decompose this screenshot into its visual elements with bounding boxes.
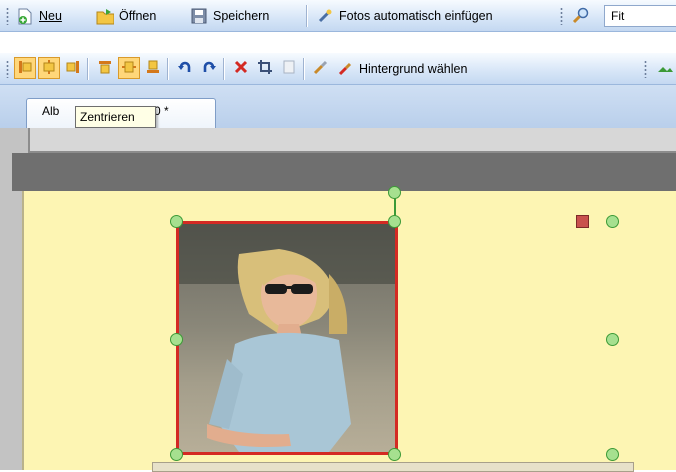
- paint-brush-icon: [336, 60, 354, 78]
- page-icon: [281, 59, 297, 78]
- resize-handle-top-left[interactable]: [170, 215, 183, 228]
- align-bottom-icon: [145, 59, 161, 78]
- delete-button[interactable]: [230, 57, 252, 79]
- page-handle-right[interactable]: [606, 333, 619, 346]
- toolbar-grip[interactable]: [560, 7, 563, 25]
- rotate-left-button[interactable]: [174, 57, 196, 79]
- toolbar-grip[interactable]: [6, 60, 9, 78]
- toolbar-separator: [167, 58, 168, 80]
- open-button[interactable]: Öffnen: [96, 4, 156, 28]
- toolbar-grip[interactable]: [6, 7, 9, 25]
- toolbar-grip[interactable]: [644, 60, 647, 78]
- align-middle-icon: [121, 59, 137, 78]
- toolbar-separator: [303, 58, 304, 80]
- landscape-icon: [657, 59, 673, 78]
- landscape-button[interactable]: [654, 57, 676, 79]
- resize-handle-left[interactable]: [170, 333, 183, 346]
- zoom-icon: [572, 7, 590, 25]
- tooltip: Zentrieren: [75, 106, 156, 128]
- toolbar-separator: [223, 58, 224, 80]
- brush-button[interactable]: [310, 57, 332, 79]
- toolbar-separator: [87, 58, 88, 80]
- zoom-select[interactable]: Fit: [604, 5, 676, 27]
- crop-icon: [257, 59, 273, 78]
- floppy-disk-icon: [190, 7, 208, 25]
- align-bottom-button[interactable]: [142, 57, 164, 79]
- new-document-icon: [16, 7, 34, 25]
- page-gap: [12, 153, 676, 191]
- previous-page-edge: [28, 128, 676, 153]
- rotate-left-icon: [177, 59, 193, 78]
- open-folder-icon: [96, 7, 114, 25]
- autofill-photos-button[interactable]: Fotos automatisch einfügen: [316, 4, 493, 28]
- main-toolbar: Neu Öffnen Speichern Fotos automatisch e…: [0, 0, 676, 32]
- align-right-button[interactable]: [62, 57, 84, 79]
- magic-wand-icon: [316, 7, 334, 25]
- toolbar-separator: [306, 5, 307, 27]
- crop-button[interactable]: [254, 57, 276, 79]
- page-bottom-strip: [152, 462, 634, 472]
- rotation-handle[interactable]: [388, 186, 401, 199]
- align-center-icon: [41, 59, 57, 78]
- choose-background-button[interactable]: Hintergrund wählen: [336, 57, 467, 81]
- resize-handle-bottom-left[interactable]: [170, 448, 183, 461]
- brush-icon: [313, 59, 329, 78]
- align-left-icon: [17, 59, 33, 78]
- page-anchor-marker[interactable]: [576, 215, 589, 228]
- rotate-right-icon: [201, 59, 217, 78]
- delete-icon: [233, 59, 249, 78]
- align-top-button[interactable]: [94, 57, 116, 79]
- rotate-right-button[interactable]: [198, 57, 220, 79]
- zoom-tool[interactable]: [572, 4, 590, 28]
- center-horizontal-button[interactable]: [38, 57, 60, 79]
- resize-handle-top-right[interactable]: [388, 215, 401, 228]
- photo-image: [179, 224, 395, 452]
- photo-frame[interactable]: [176, 221, 398, 455]
- page-handle-top-right[interactable]: [606, 215, 619, 228]
- align-top-icon: [97, 59, 113, 78]
- resize-handle-bottom-right[interactable]: [388, 448, 401, 461]
- properties-button[interactable]: [278, 57, 300, 79]
- align-right-icon: [65, 59, 81, 78]
- new-button[interactable]: Neu: [16, 4, 62, 28]
- align-left-button[interactable]: [14, 57, 36, 79]
- center-vertical-button[interactable]: [118, 57, 140, 79]
- save-button[interactable]: Speichern: [190, 4, 269, 28]
- page-handle-bottom-right[interactable]: [606, 448, 619, 461]
